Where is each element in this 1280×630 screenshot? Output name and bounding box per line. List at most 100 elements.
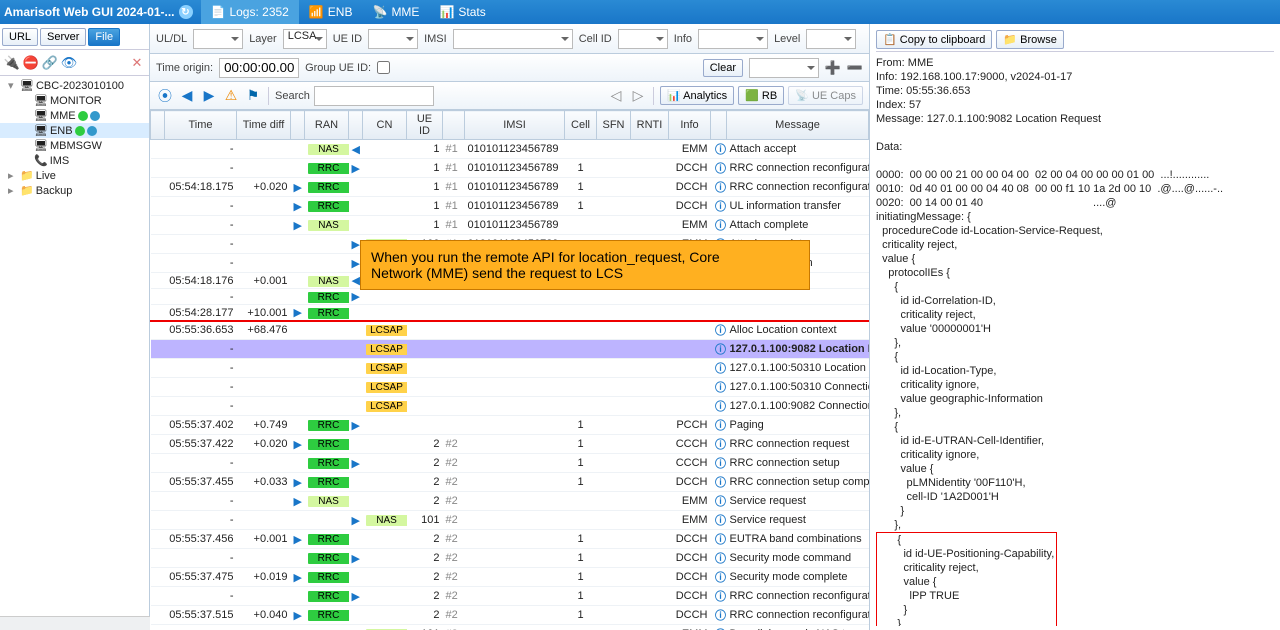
ueid-select[interactable] (368, 29, 418, 49)
uldl-select[interactable] (193, 29, 243, 49)
layer-select[interactable]: LCSA (283, 29, 327, 49)
col-Info[interactable]: Info (669, 111, 711, 140)
log-row[interactable]: 05:55:37.456+0.001▶RRC2#21DCCHⓘEUTRA ban… (151, 530, 869, 549)
log-row[interactable]: -▶NAS101#2EMMⓘDownlink generic NAS trans… (151, 625, 869, 630)
tree-node-mbmsgw[interactable]: 🖥MBMSGW (0, 138, 149, 153)
search-input[interactable] (314, 86, 434, 106)
log-row[interactable]: 05:54:28.177+10.001▶RRC (151, 305, 869, 321)
mme-icon: 📡 (372, 5, 387, 19)
tree-node-enb[interactable]: 🖥ENB (0, 123, 149, 138)
forward-icon[interactable]: ▶ (200, 87, 218, 105)
log-row[interactable]: 05:55:37.475+0.019▶RRC2#21DCCHⓘSecurity … (151, 568, 869, 587)
back-icon[interactable]: ◀ (178, 87, 196, 105)
level-label: Level (774, 33, 800, 45)
group-ueid-checkbox[interactable] (377, 61, 390, 74)
tab-stats[interactable]: 📊Stats (429, 0, 495, 24)
log-row[interactable]: -▶RRC1#10101011234567891DCCHⓘUL informat… (151, 197, 869, 216)
flag-icon[interactable]: ⚑ (244, 87, 262, 105)
clear-select[interactable] (749, 58, 819, 78)
tree-node-cbc-2023010100[interactable]: ▾🖥CBC-2023010100 (0, 78, 149, 93)
col-arrow[interactable] (711, 111, 727, 140)
tree-node-live[interactable]: ▸📁Live (0, 168, 149, 183)
browse-button[interactable]: 📁 Browse (996, 30, 1063, 49)
col-RNTI[interactable]: RNTI (631, 111, 669, 140)
log-row[interactable]: 05:55:37.422+0.020▶RRC2#21CCCHⓘRRC conne… (151, 435, 869, 454)
file-button[interactable]: File (88, 28, 120, 46)
close-icon[interactable]: ✕ (129, 55, 145, 71)
prev-search-icon[interactable]: ◁ (607, 87, 625, 105)
log-row[interactable]: 05:54:18.175+0.020▶RRC1#1010101123456789… (151, 178, 869, 197)
log-row[interactable]: -LCSAPⓘ127.0.1.100:50310 Location Reques… (151, 359, 869, 378)
log-row[interactable]: -LCSAPⓘ127.0.1.100:9082 Connection Orien… (151, 397, 869, 416)
col-Time[interactable]: Time (165, 111, 237, 140)
cellid-select[interactable] (618, 29, 668, 49)
col-SFN[interactable]: SFN (597, 111, 631, 140)
refresh-icon[interactable]: ↻ (179, 5, 193, 19)
tree-node-ims[interactable]: 📞IMS (0, 153, 149, 168)
log-row[interactable]: -RRC▶2#21DCCHⓘRRC connection reconfigura… (151, 587, 869, 606)
log-row[interactable]: 05:55:37.402+0.749RRC▶1PCCHⓘPaging (151, 416, 869, 435)
col-UE ID[interactable]: UE ID (407, 111, 443, 140)
tab-mme[interactable]: 📡MME (362, 0, 429, 24)
imsi-label: IMSI (424, 33, 447, 45)
eye-icon[interactable]: 👁 (61, 55, 77, 71)
uecaps-button[interactable]: 📡 UE Caps (788, 86, 863, 105)
col-Message[interactable]: Message (727, 111, 869, 140)
col-RAN[interactable]: RAN (305, 111, 349, 140)
col-CN[interactable]: CN (363, 111, 407, 140)
col-arrow[interactable] (349, 111, 363, 140)
tree-node-backup[interactable]: ▸📁Backup (0, 183, 149, 198)
log-row[interactable]: -▶NAS1#1010101123456789EMMⓘAttach comple… (151, 216, 869, 235)
filter-bar: UL/DL LayerLCSA UE ID IMSI Cell ID Info … (150, 24, 869, 54)
imsi-select[interactable] (453, 29, 573, 49)
detail-text[interactable]: From: MME Info: 192.168.100.17:9000, v20… (876, 56, 1274, 626)
horizontal-scrollbar[interactable] (0, 616, 150, 630)
log-toolbar: ⦿ ◀ ▶ ⚠ ⚑ Search ◁ ▷ 📊 Analytics 🟩 RB 📡 … (150, 82, 869, 110)
home-icon[interactable]: ⦿ (156, 87, 174, 105)
ueid-label: UE ID (333, 33, 362, 45)
log-row[interactable]: -▶NAS101#2EMMⓘService request (151, 511, 869, 530)
connect-icon[interactable]: 🔌 (4, 55, 20, 71)
log-row[interactable]: -RRC▶ (151, 289, 869, 305)
log-row[interactable]: 05:55:37.515+0.040▶RRC2#21DCCHⓘRRC conne… (151, 606, 869, 625)
tab-enb[interactable]: 📶ENB (299, 0, 363, 24)
log-row[interactable]: -RRC▶2#21DCCHⓘSecurity mode command (151, 549, 869, 568)
next-search-icon[interactable]: ▷ (629, 87, 647, 105)
analytics-button[interactable]: 📊 Analytics (660, 86, 734, 105)
copy-clipboard-button[interactable]: 📋 Copy to clipboard (876, 30, 992, 49)
rb-button[interactable]: 🟩 RB (738, 86, 784, 105)
level-select[interactable] (806, 29, 856, 49)
server-button[interactable]: Server (40, 28, 86, 46)
col-Time diff[interactable]: Time diff (237, 111, 291, 140)
uldl-label: UL/DL (156, 33, 187, 45)
warning-icon[interactable]: ⚠ (222, 87, 240, 105)
remove-icon[interactable]: ➖ (847, 60, 863, 76)
log-row[interactable]: -▶NAS2#2EMMⓘService request (151, 492, 869, 511)
server-tree: ▾🖥CBC-2023010100 🖥MONITOR 🖥MME 🖥ENB 🖥MBM… (0, 76, 149, 630)
stop-icon[interactable]: ⛔ (23, 55, 39, 71)
col-Cell[interactable]: Cell (565, 111, 597, 140)
log-row[interactable]: 05:55:36.653+68.476LCSAPⓘAlloc Location … (151, 321, 869, 340)
col-arrow[interactable] (151, 111, 165, 140)
time-origin-label: Time origin: (156, 62, 213, 74)
tree-node-monitor[interactable]: 🖥MONITOR (0, 93, 149, 108)
log-row[interactable]: -LCSAPⓘ127.0.1.100:50310 Connection Orie… (151, 378, 869, 397)
tree-node-mme[interactable]: 🖥MME (0, 108, 149, 123)
link-icon[interactable]: 🔗 (42, 55, 58, 71)
log-row[interactable]: -LCSAPⓘ127.0.1.100:9082 Location Request (151, 340, 869, 359)
col-IMSI[interactable]: IMSI (465, 111, 565, 140)
log-row[interactable]: -NAS◀1#1010101123456789EMMⓘAttach accept (151, 140, 869, 159)
clear-button[interactable]: Clear (703, 59, 743, 77)
log-row[interactable]: 05:55:37.455+0.033▶RRC2#21DCCHⓘRRC conne… (151, 473, 869, 492)
info-select[interactable] (698, 29, 768, 49)
col-arrow[interactable] (443, 111, 465, 140)
time-origin-input[interactable] (219, 58, 299, 78)
add-icon[interactable]: ➕ (825, 60, 841, 76)
tab-logs[interactable]: 📄Logs: 2352 (201, 0, 299, 24)
log-row[interactable]: -RRC▶1#10101011234567891DCCHⓘRRC connect… (151, 159, 869, 178)
log-row[interactable]: -RRC▶2#21CCCHⓘRRC connection setup (151, 454, 869, 473)
cellid-label: Cell ID (579, 33, 612, 45)
url-button[interactable]: URL (2, 28, 38, 46)
log-table-wrap[interactable]: TimeTime diff RAN CNUE ID IMSICellSFNRNTIIn… (150, 110, 869, 630)
col-arrow[interactable] (291, 111, 305, 140)
